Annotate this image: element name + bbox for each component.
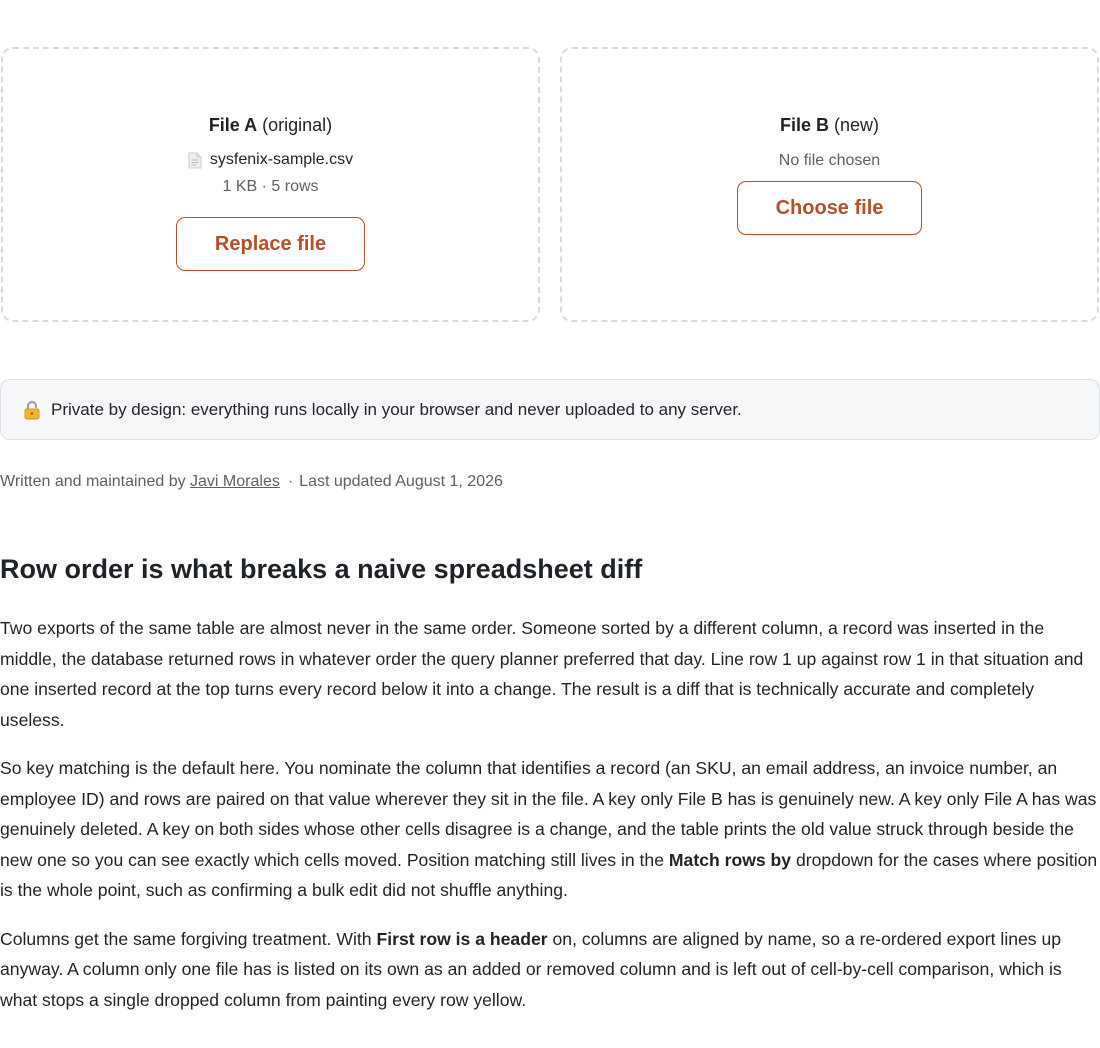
- article-heading: Row order is what breaks a naive spreads…: [0, 554, 643, 584]
- byline-prefix: Written and maintained by: [0, 473, 191, 490]
- paragraph-3-text-a: Columns get the same forgiving treatment…: [0, 928, 377, 949]
- file-a-dropzone[interactable]: File A (original) sysfenix-sample.csv 1 …: [1, 47, 540, 322]
- file-b-title: File B (new): [780, 113, 879, 137]
- privacy-text: Private by design: everything runs local…: [51, 399, 742, 419]
- last-updated: Last updated August 1, 2026: [299, 473, 503, 490]
- file-a-name-row: sysfenix-sample.csv: [188, 149, 353, 171]
- file-a-title: File A (original): [209, 113, 332, 137]
- paragraph-1-text: Two exports of the same table are almost…: [0, 618, 1084, 730]
- file-b-status: No file chosen: [778, 152, 881, 169]
- paragraph-2: So key matching is the default here. You…: [0, 753, 1100, 906]
- file-b-title-rest: (new): [829, 115, 880, 135]
- document-icon: [188, 152, 202, 169]
- first-row-header-term: First row is a header: [376, 928, 548, 949]
- privacy-notice: Private by design: everything runs local…: [0, 379, 1100, 440]
- replace-file-button[interactable]: Replace file: [176, 217, 365, 271]
- paragraph-3: Columns get the same forgiving treatment…: [0, 924, 1100, 1016]
- byline: Written and maintained by Javi Morales · L…: [0, 471, 503, 493]
- choose-file-button[interactable]: Choose file: [737, 181, 922, 235]
- article-body: Two exports of the same table are almost…: [0, 613, 1100, 1033]
- file-b-dropzone[interactable]: File B (new) No file chosen Choose file: [560, 47, 1099, 322]
- file-a-filename: sysfenix-sample.csv: [209, 151, 354, 168]
- author-link[interactable]: Javi Morales: [190, 473, 280, 490]
- byline-separator: ·: [287, 473, 294, 490]
- paragraph-1: Two exports of the same table are almost…: [0, 613, 1100, 735]
- match-rows-by-term: Match rows by: [668, 849, 792, 870]
- lock-icon: [23, 400, 41, 420]
- file-b-title-bold: File B: [779, 115, 829, 135]
- file-a-meta: 1 KB · 5 rows: [222, 178, 319, 195]
- file-a-title-bold: File A: [208, 115, 258, 135]
- file-a-title-rest: (original): [257, 115, 333, 135]
